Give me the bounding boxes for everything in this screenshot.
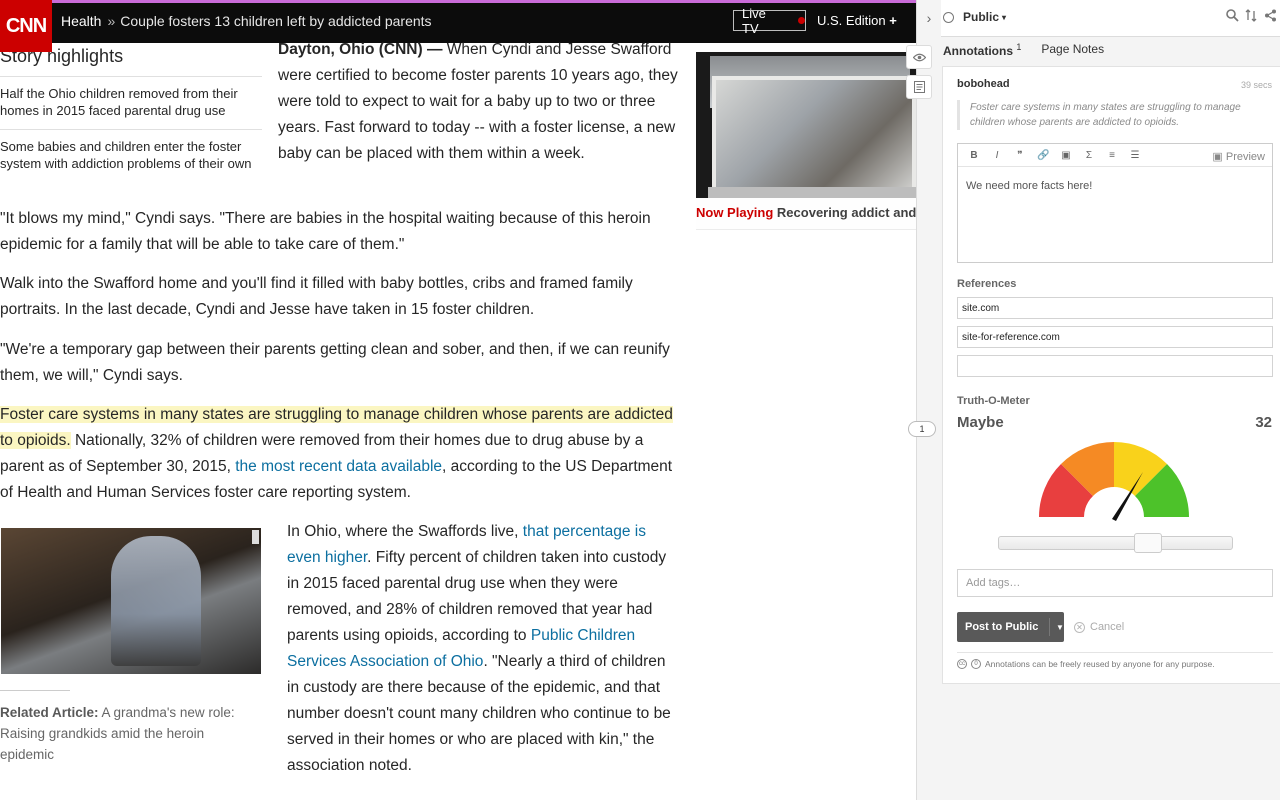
paragraph-3: Walk into the Swafford home and you'll f… (0, 275, 633, 318)
truth-score: 32 (1255, 414, 1272, 431)
numbered-list-icon[interactable]: ≡ (1106, 150, 1118, 161)
annotation-quote: Foster care systems in many states are s… (957, 100, 1265, 130)
tab-annotations[interactable]: Annotations 1 (943, 42, 1021, 58)
post-button-label: Post to Public (965, 621, 1039, 633)
preview-label: Preview (1225, 151, 1265, 163)
bullet-list-icon[interactable]: ☰ (1129, 150, 1141, 161)
reference-input[interactable]: site.com (957, 297, 1273, 319)
now-playing-bar[interactable]: Now Playing Recovering addict and... (696, 198, 934, 230)
truth-gauge (1039, 442, 1189, 521)
scope-label: Public (963, 10, 1000, 24)
italic-icon[interactable]: I (991, 150, 1003, 161)
paragraph-6-start: In Ohio, where the Swaffords live, (287, 523, 523, 540)
close-icon: ✕ (1074, 621, 1085, 633)
edition-label: U.S. Edition (817, 13, 886, 28)
tab-page-notes[interactable]: Page Notes (1041, 42, 1104, 58)
video-frame (712, 76, 916, 194)
video-player[interactable] (696, 52, 934, 198)
edition-plus-icon: + (889, 13, 897, 28)
breadcrumb-headline: Couple fosters 13 children left by addic… (120, 13, 432, 29)
header-accent-bar (0, 0, 916, 3)
annotation-body-input[interactable]: We need more facts here! (966, 180, 1092, 192)
tab-annotations-label: Annotations (943, 44, 1013, 58)
search-icon[interactable] (1226, 9, 1239, 25)
markdown-toolbar: B I ❞ 🔗 ▣ Σ ≡ ☰ ▣ Preview (958, 144, 1272, 167)
breadcrumb-section[interactable]: Health (61, 13, 101, 29)
image-icon[interactable]: ▣ (1060, 150, 1072, 161)
annotation-timestamp[interactable]: 39 secs (1241, 80, 1272, 90)
paragraph-4: "We're a temporary gap between their par… (0, 341, 670, 384)
sidebar-toolbar: Public ▾ (941, 0, 1280, 37)
post-to-public-button[interactable]: Post to Public ▼ (957, 612, 1064, 642)
license-text[interactable]: Annotations can be freely reused by anyo… (985, 659, 1215, 669)
photo-subject (111, 536, 201, 666)
paragraph-6-end: . "Nearly a third of children in custody… (287, 653, 671, 774)
math-icon[interactable]: Σ (1083, 150, 1095, 161)
article-photo[interactable] (1, 528, 261, 674)
live-tv-button[interactable]: Live TV (733, 6, 806, 36)
globe-icon (943, 11, 954, 23)
annotation-user[interactable]: bobohead (957, 78, 1010, 90)
annotation-count: 1 (1016, 42, 1022, 52)
tags-input[interactable]: Add tags… (957, 569, 1273, 597)
cc-zero-icon: 0 (971, 659, 981, 669)
references-label: References (957, 278, 1017, 290)
annotation-card: bobohead 39 secs Foster care systems in … (942, 66, 1280, 684)
now-playing-title: Recovering addict and... (776, 205, 928, 220)
slider-handle[interactable] (1134, 533, 1163, 553)
cc-icon: cc (957, 659, 967, 669)
truth-o-meter-label: Truth-O-Meter (957, 395, 1030, 407)
truth-rating: Maybe (957, 414, 1004, 431)
breadcrumb-separator: » (107, 13, 116, 29)
bold-icon[interactable]: B (968, 150, 980, 161)
chevron-right-icon[interactable]: › (917, 0, 941, 36)
chevron-down-icon: ▾ (1002, 12, 1007, 22)
sidebar-tabs: Annotations 1 Page Notes (943, 42, 1104, 58)
lead-text: When Cyndi and Jesse Swafford were certi… (278, 41, 678, 162)
annotation-sidebar: › Public ▾ Annotations 1 Page Notes bobo… (916, 0, 1280, 800)
highlight-item: Some babies and children enter the foste… (0, 129, 262, 172)
live-indicator-icon (798, 17, 805, 24)
scope-selector[interactable]: Public ▾ (943, 10, 1006, 24)
chevron-down-icon[interactable]: ▼ (1049, 618, 1064, 636)
eye-icon[interactable] (906, 45, 932, 69)
paragraph-6: In Ohio, where the Swaffords live, that … (287, 519, 679, 779)
reference-input[interactable] (957, 355, 1273, 377)
notes-icon[interactable] (906, 75, 932, 99)
now-playing-label: Now Playing (696, 205, 774, 220)
paragraph-2: "It blows my mind," Cyndi says. "There a… (0, 210, 651, 253)
paragraph-5: Foster care systems in many states are s… (0, 402, 676, 506)
related-label: Related Article: (0, 705, 99, 720)
link-icon[interactable]: 🔗 (1037, 150, 1049, 161)
dateline: Dayton, Ohio (CNN) — (278, 41, 443, 58)
reference-input[interactable]: site-for-reference.com (957, 326, 1273, 348)
edition-selector[interactable]: U.S. Edition + (817, 13, 897, 28)
live-tv-label: Live TV (742, 5, 766, 36)
lead-paragraph: Dayton, Ohio (CNN) — When Cyndi and Jess… (278, 37, 678, 167)
video-frame (708, 187, 918, 198)
cancel-button[interactable]: ✕ Cancel (1074, 621, 1124, 633)
share-icon[interactable] (1264, 9, 1277, 25)
quote-icon[interactable]: ❞ (1014, 150, 1026, 161)
highlight-item: Half the Ohio children removed from thei… (0, 76, 262, 119)
sidebar-icons (1226, 9, 1277, 25)
sort-icon[interactable] (1245, 9, 1258, 25)
preview-icon: ▣ (1212, 151, 1226, 163)
related-divider (0, 690, 70, 691)
annotation-count-badge[interactable]: 1 (908, 421, 936, 437)
expand-photo-icon[interactable] (252, 530, 259, 544)
license-divider (957, 652, 1273, 653)
annotation-editor[interactable]: B I ❞ 🔗 ▣ Σ ≡ ☰ ▣ Preview We need more f… (957, 143, 1273, 263)
preview-button[interactable]: ▣ Preview (1212, 150, 1265, 163)
cancel-label: Cancel (1090, 621, 1125, 633)
related-article-link[interactable]: Related Article: A grandma's new role: R… (0, 702, 260, 765)
cnn-logo[interactable]: CNN (0, 0, 52, 52)
truth-slider[interactable] (998, 533, 1233, 553)
breadcrumb: Health » Couple fosters 13 children left b… (61, 13, 432, 29)
recent-data-link[interactable]: the most recent data available (235, 458, 442, 475)
license-note: cc 0 Annotations can be freely reused by… (957, 659, 1215, 669)
